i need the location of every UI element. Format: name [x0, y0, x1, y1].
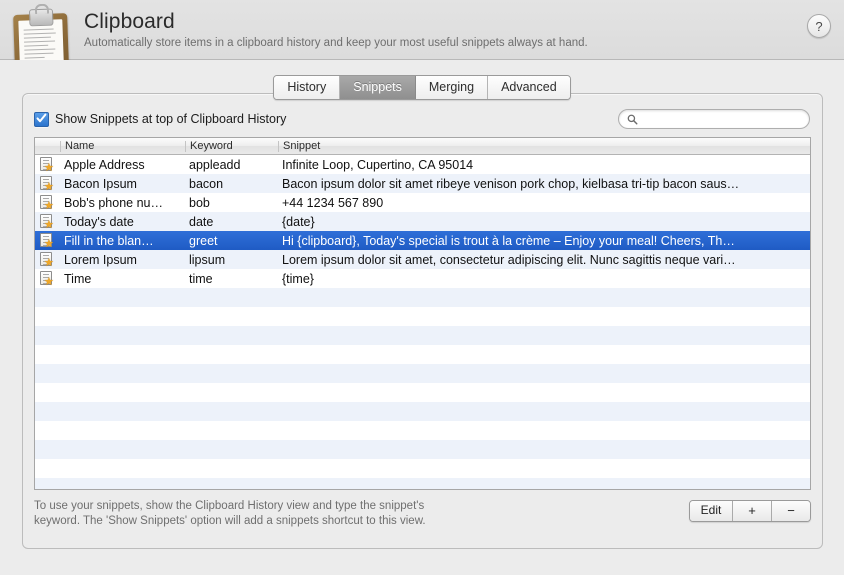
snippet-document-icon: ★ — [40, 233, 54, 248]
row-name: Fill in the blan… — [64, 233, 154, 248]
table-row-empty[interactable] — [35, 326, 810, 345]
row-icon-cell: ★ — [35, 233, 60, 248]
row-name: Time — [64, 271, 92, 286]
snippet-document-icon: ★ — [40, 214, 54, 229]
search-icon — [627, 114, 638, 124]
row-name: Bacon Ipsum — [64, 176, 137, 191]
search-field[interactable] — [618, 109, 810, 129]
table-row-empty[interactable] — [35, 402, 810, 421]
table-row-empty[interactable] — [35, 383, 810, 402]
pane-body: History Snippets Merging Advanced Show S… — [0, 60, 844, 574]
row-icon-cell: ★ — [35, 195, 60, 210]
help-button[interactable]: ? — [807, 14, 831, 38]
table-row[interactable]: ★ Today's date date {date} — [35, 212, 810, 231]
checkmark-icon — [36, 113, 47, 122]
show-snippets-checkbox[interactable] — [34, 111, 49, 127]
row-keyword: appleadd — [189, 157, 241, 172]
table-row[interactable]: ★ Bacon Ipsum bacon Bacon ipsum dolor sit a… — [35, 174, 810, 193]
row-snippet: Infinite Loop, Cupertino, CA 95014 — [282, 157, 474, 172]
row-name: Lorem Ipsum — [64, 252, 137, 267]
snippet-document-icon: ★ — [40, 271, 54, 286]
page-title: Clipboard — [84, 10, 175, 33]
table-row[interactable]: ★ Time time {time} — [35, 269, 810, 288]
row-keyword: bob — [189, 195, 210, 210]
column-header-name[interactable]: Name — [60, 140, 185, 152]
row-snippet: Hi {clipboard}, Today's special is trout… — [282, 233, 735, 248]
table-row-empty[interactable] — [35, 364, 810, 383]
tab-history[interactable]: History — [274, 76, 341, 99]
table-row-empty[interactable] — [35, 459, 810, 478]
page-subtitle: Automatically store items in a clipboard… — [84, 37, 588, 49]
table-row-empty[interactable] — [35, 345, 810, 364]
row-name: Today's date — [64, 214, 134, 229]
column-header-icon[interactable] — [35, 141, 60, 152]
table-row[interactable]: ★ Lorem Ipsum lipsum Lorem ipsum dolor sit … — [35, 250, 810, 269]
tab-advanced[interactable]: Advanced — [488, 76, 570, 99]
row-icon-cell: ★ — [35, 271, 60, 286]
add-snippet-button[interactable]: + — [733, 501, 772, 521]
table-row-empty[interactable] — [35, 307, 810, 326]
table-row[interactable]: ★ Apple Address appleadd Infinite Loop, Cup… — [35, 155, 810, 174]
row-keyword: greet — [189, 233, 218, 248]
row-icon-cell: ★ — [35, 252, 60, 267]
snippet-document-icon: ★ — [40, 252, 54, 267]
row-keyword: bacon — [189, 176, 224, 191]
column-header-keyword[interactable]: Keyword — [185, 140, 278, 152]
tab-bar: History Snippets Merging Advanced — [0, 75, 844, 100]
row-icon-cell: ★ — [35, 214, 60, 229]
footer-help-line2: keyword. The 'Show Snippets' option will… — [34, 515, 426, 527]
row-snippet: +44 1234 567 890 — [282, 195, 384, 210]
column-header-snippet[interactable]: Snippet — [278, 140, 810, 152]
search-input[interactable] — [642, 113, 801, 125]
snippet-document-icon: ★ — [40, 195, 54, 210]
remove-snippet-button[interactable]: − — [772, 501, 810, 521]
snippet-document-icon: ★ — [40, 176, 54, 191]
snippets-table[interactable]: Name Keyword Snippet ★ Apple Address apple… — [34, 137, 811, 490]
row-keyword: lipsum — [189, 252, 226, 267]
snippet-actions: Edit + − — [689, 500, 811, 522]
show-snippets-checkbox-row[interactable]: Show Snippets at top of Clipboard Histor… — [34, 111, 287, 127]
table-row[interactable]: ★ Bob's phone nu… bob +44 1234 567 890 — [35, 193, 810, 212]
table-row-empty[interactable] — [35, 421, 810, 440]
row-snippet: {time} — [282, 271, 314, 286]
edit-button[interactable]: Edit — [690, 501, 733, 521]
row-icon-cell: ★ — [35, 176, 60, 191]
pane-header: Clipboard Automatically store items in a… — [0, 0, 844, 73]
table-row-empty[interactable] — [35, 288, 810, 307]
tab-merging[interactable]: Merging — [415, 76, 489, 99]
row-snippet: {date} — [282, 214, 315, 229]
table-row-empty[interactable] — [35, 478, 810, 489]
show-snippets-label: Show Snippets at top of Clipboard Histor… — [55, 112, 287, 126]
row-name: Bob's phone nu… — [64, 195, 163, 210]
row-keyword: time — [189, 271, 213, 286]
snippet-document-icon: ★ — [40, 157, 54, 172]
table-row-empty[interactable] — [35, 440, 810, 459]
content-panel: Show Snippets at top of Clipboard Histor… — [22, 93, 823, 549]
row-snippet: Lorem ipsum dolor sit amet, consectetur … — [282, 252, 736, 267]
footer-help-line1: To use your snippets, show the Clipboard… — [34, 500, 425, 512]
footer-help-text: To use your snippets, show the Clipboard… — [34, 499, 426, 529]
row-keyword: date — [189, 214, 214, 229]
row-icon-cell: ★ — [35, 157, 60, 172]
table-header-row: Name Keyword Snippet — [35, 138, 810, 155]
panel-footer: To use your snippets, show the Clipboard… — [23, 490, 822, 529]
row-snippet: Bacon ipsum dolor sit amet ribeye veniso… — [282, 176, 740, 191]
tab-snippets[interactable]: Snippets — [340, 76, 416, 99]
table-body: ★ Apple Address appleadd Infinite Loop, Cup… — [35, 155, 810, 489]
table-row[interactable]: ★ Fill in the blan… greet Hi {clipboard}, T… — [35, 231, 810, 250]
row-name: Apple Address — [64, 157, 145, 172]
